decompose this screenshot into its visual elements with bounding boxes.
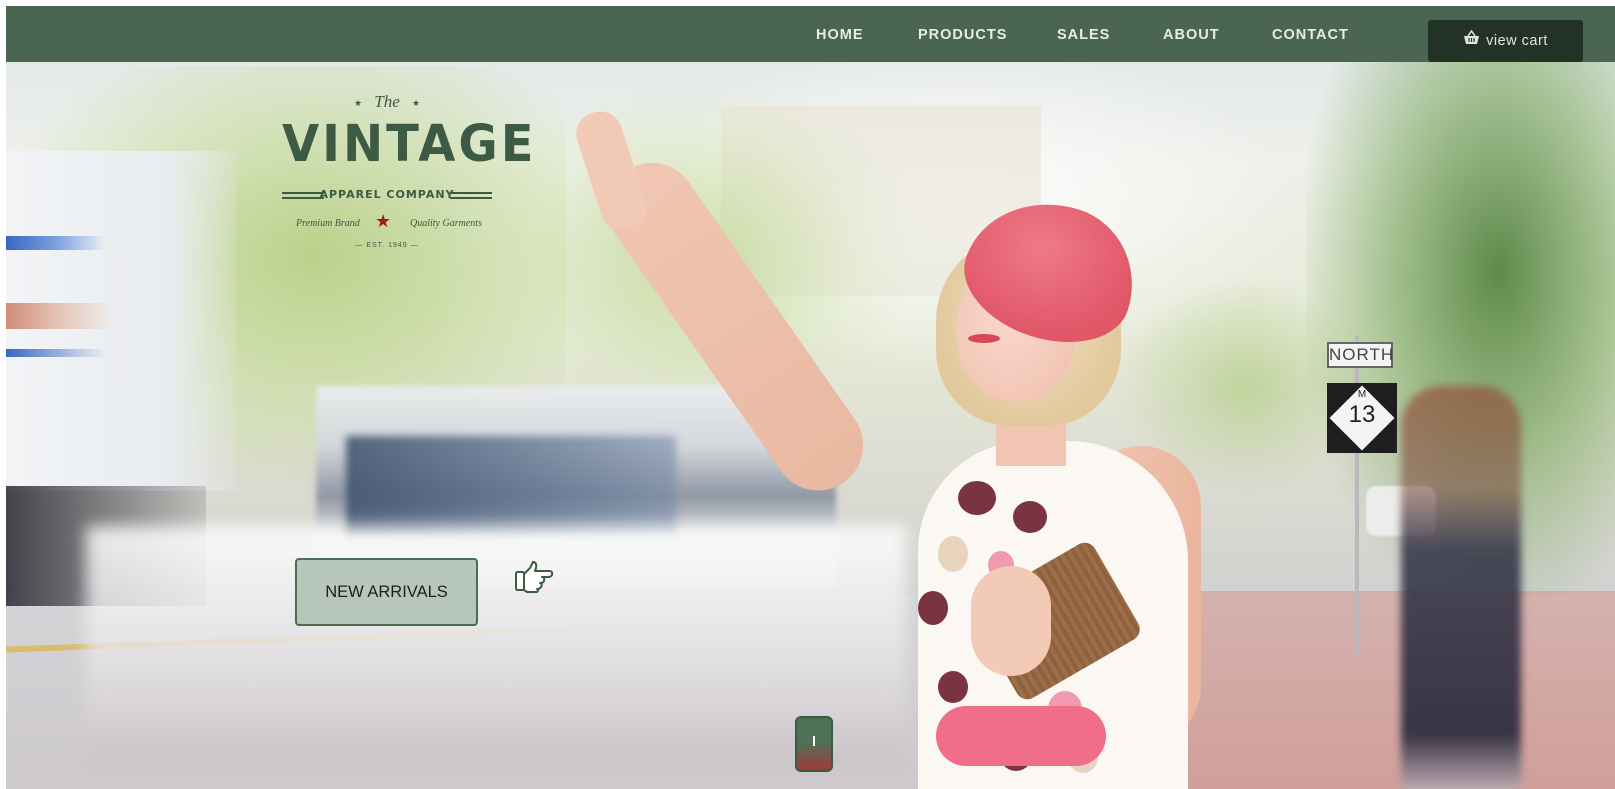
dress-dot	[918, 591, 948, 625]
nav-about[interactable]: ABOUT	[1163, 6, 1220, 62]
star-icon: ★	[412, 98, 421, 108]
model-hand	[971, 566, 1051, 676]
truck-stripe	[6, 349, 106, 357]
logo-the: The	[374, 92, 400, 111]
nav-sales[interactable]: SALES	[1057, 6, 1110, 62]
blurred-truck	[6, 151, 236, 491]
logo-rule	[450, 192, 492, 194]
truck-stripe	[6, 303, 116, 329]
nav-home[interactable]: HOME	[816, 6, 864, 62]
hero-banner: NORTH M 13	[6, 6, 1615, 789]
nav-products[interactable]: PRODUCTS	[918, 6, 1007, 62]
route-sign: M 13	[1327, 383, 1397, 453]
dress-dot	[938, 536, 968, 572]
logo-rule	[450, 197, 492, 199]
view-cart-button[interactable]: view cart	[1428, 20, 1583, 62]
model-lips	[968, 334, 1000, 343]
bus-window	[346, 436, 676, 536]
top-nav-bar: HOME PRODUCTS SALES ABOUT CONTACT view c…	[6, 6, 1615, 62]
new-arrivals-button[interactable]: NEW ARRIVALS	[295, 558, 478, 626]
nav-contact[interactable]: CONTACT	[1272, 6, 1349, 62]
vintage-logo[interactable]: ★ The ★ VINTAGE APPAREL COMPANY Premium …	[282, 92, 537, 252]
route-sign-letter: M	[1357, 389, 1367, 400]
dress-dot	[958, 481, 996, 515]
view-cart-label: view cart	[1486, 33, 1548, 49]
dress-dot	[1013, 501, 1047, 533]
scroll-indicator-icon	[813, 736, 815, 746]
logo-vintage: VINTAGE	[282, 114, 537, 174]
street-sign-north: NORTH	[1327, 342, 1393, 368]
logo-established: — EST. 1949 —	[355, 242, 419, 249]
blurred-pedestrian	[1401, 386, 1521, 789]
pink-sash	[936, 706, 1106, 766]
blurred-car	[86, 526, 906, 766]
route-sign-number: 13	[1348, 401, 1376, 428]
logo-tagline-right: Quality Garments	[410, 218, 482, 229]
truck-stripe	[6, 236, 106, 250]
dress-dot	[938, 671, 968, 703]
hand-pointing-right-icon	[515, 560, 555, 594]
scroll-indicator-button[interactable]	[795, 716, 833, 772]
red-star-icon: ★	[375, 211, 392, 231]
basket-icon	[1463, 20, 1480, 62]
logo-apparel-company: APPAREL COMPANY	[319, 188, 455, 201]
logo-tagline-left: Premium Brand	[296, 218, 360, 229]
